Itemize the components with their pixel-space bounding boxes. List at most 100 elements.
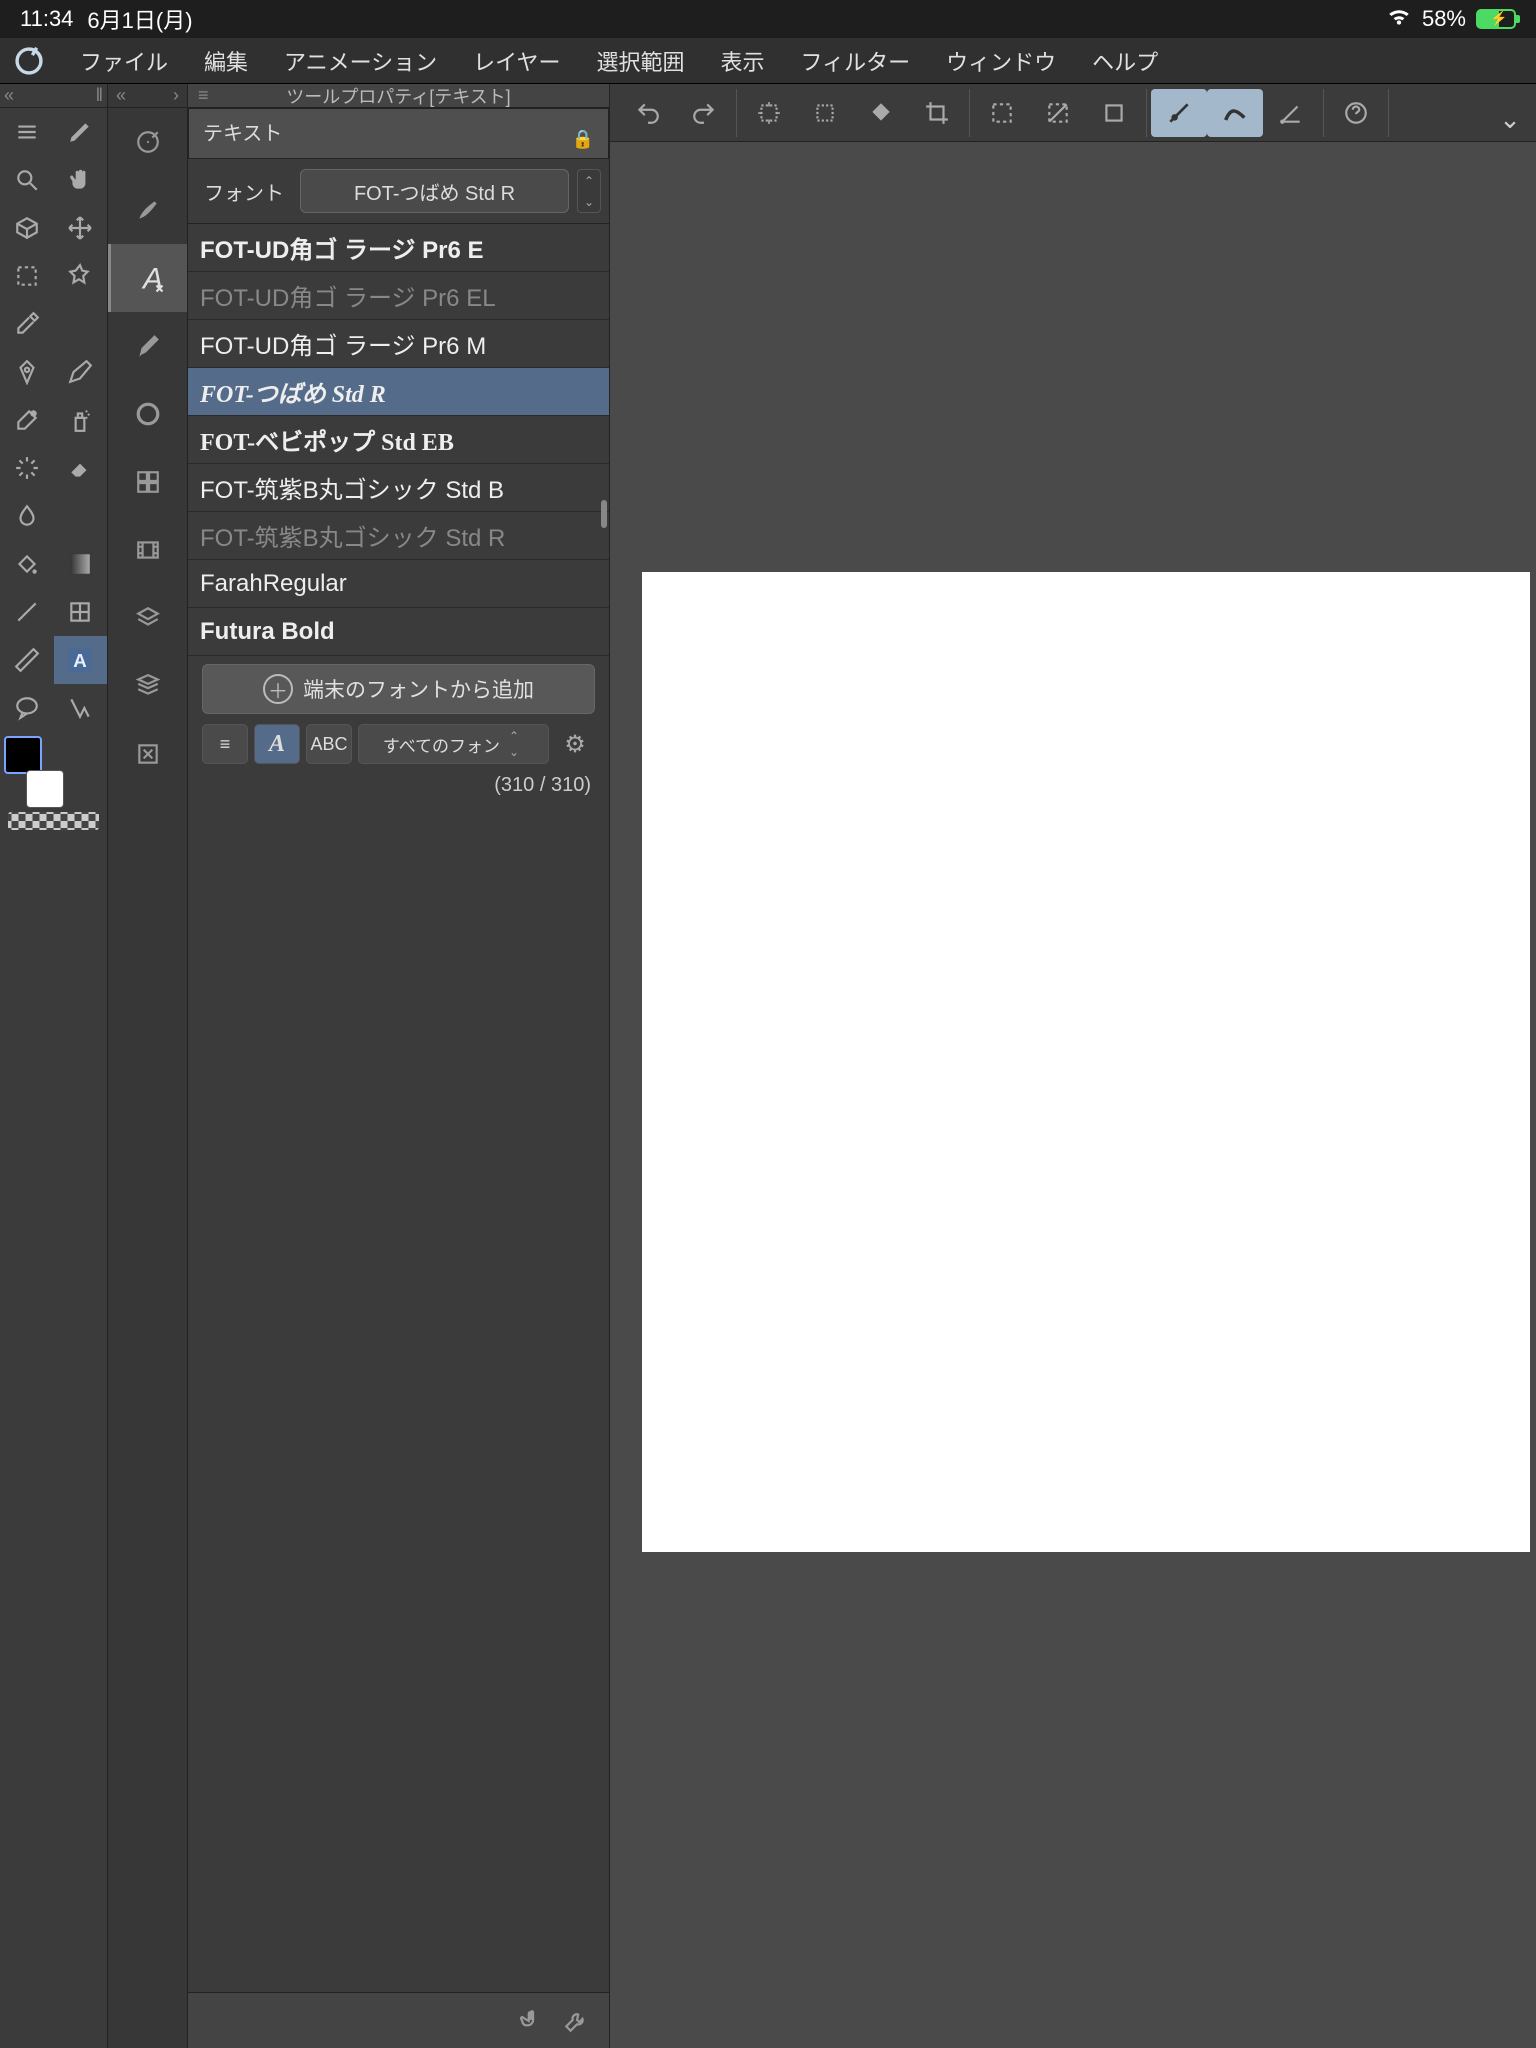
transparency-swatch[interactable]: [8, 812, 99, 830]
gradient-tool-icon[interactable]: [54, 540, 108, 588]
hand-tool-icon[interactable]: [54, 156, 108, 204]
crop-icon[interactable]: [909, 89, 965, 137]
canvas-page[interactable]: [642, 572, 1530, 1552]
filter-settings-icon[interactable]: ⚙: [555, 724, 595, 764]
font-item[interactable]: FOT-筑紫B丸ゴシック Std R: [188, 512, 609, 560]
marquee-tool-icon[interactable]: [0, 252, 54, 300]
redo-icon[interactable]: [676, 89, 732, 137]
font-item[interactable]: FOT-ベビポップ Std EB: [188, 416, 609, 464]
snap-ruler-icon[interactable]: [1030, 89, 1086, 137]
undo-icon[interactable]: [620, 89, 676, 137]
canvas-viewport[interactable]: [610, 142, 1536, 2048]
pen-nib-tool-icon[interactable]: [0, 348, 54, 396]
filter-category-label: すべてのフォン: [383, 732, 500, 757]
snap-guides-icon[interactable]: [1086, 89, 1142, 137]
font-dropdown[interactable]: FOT-つばめ Std R: [300, 169, 569, 213]
property-title[interactable]: ≡ ツールプロパティ[テキスト]: [188, 84, 609, 108]
bucket-icon[interactable]: [853, 89, 909, 137]
app-logo[interactable]: [8, 43, 50, 79]
decoration-tool-icon[interactable]: [0, 444, 54, 492]
menu-edit[interactable]: 編集: [186, 41, 266, 81]
property-title-text: ツールプロパティ[テキスト]: [286, 83, 510, 109]
wifi-icon: [1386, 3, 1412, 35]
font-item-selected[interactable]: FOT-つばめ Std R: [188, 368, 609, 416]
collapse-left-icon[interactable]: «: [4, 85, 14, 106]
footer-hand-icon[interactable]: [515, 2004, 549, 2038]
font-item[interactable]: FOT-筑紫B丸ゴシック Std B: [188, 464, 609, 512]
menu-icon[interactable]: [0, 108, 54, 156]
balloon-tool-icon[interactable]: [0, 684, 54, 732]
move-tool-icon[interactable]: [54, 204, 108, 252]
subtool-circle-icon[interactable]: [108, 380, 187, 448]
snap-on-icon[interactable]: [1151, 89, 1207, 137]
eraser-tool-icon[interactable]: [54, 444, 108, 492]
status-date: 6月1日(月): [87, 3, 192, 35]
line-tool-icon[interactable]: [0, 588, 54, 636]
color-swatches[interactable]: [0, 732, 107, 838]
stabilize-icon[interactable]: [1207, 89, 1263, 137]
chevron-down-icon[interactable]: ⌄: [1490, 90, 1530, 135]
brush-tool-icon[interactable]: [0, 396, 54, 444]
subtool-layers3-icon[interactable]: [108, 652, 187, 720]
font-list[interactable]: FOT-UD角ゴ ラージ Pr6 E FOT-UD角ゴ ラージ Pr6 EL F…: [188, 223, 609, 656]
column-handle-icon[interactable]: ‖: [96, 85, 103, 106]
subtool-marker-icon[interactable]: [108, 312, 187, 380]
menu-window[interactable]: ウィンドウ: [928, 41, 1074, 81]
font-item[interactable]: FOT-UD角ゴ ラージ Pr6 E: [188, 224, 609, 272]
status-time: 11:34: [20, 6, 73, 32]
drag-handle-icon[interactable]: ≡: [198, 85, 209, 106]
subtool-layers2-icon[interactable]: [108, 584, 187, 652]
subtool-delete-icon[interactable]: [108, 720, 187, 788]
filter-category-dropdown[interactable]: すべてのフォン ⌃⌄: [358, 724, 549, 764]
menu-layer[interactable]: レイヤー: [455, 41, 578, 81]
footer-wrench-icon[interactable]: [559, 2004, 593, 2038]
menu-view[interactable]: 表示: [703, 41, 783, 81]
subtool-target-icon[interactable]: [108, 108, 187, 176]
collapse-left2-icon[interactable]: «: [116, 85, 126, 106]
subtool-brush-icon[interactable]: [108, 176, 187, 244]
menu-help[interactable]: ヘルプ: [1074, 41, 1176, 81]
wand-tool-icon[interactable]: [54, 252, 108, 300]
font-item[interactable]: FarahRegular: [188, 560, 609, 608]
subtool-grid-icon[interactable]: [108, 448, 187, 516]
font-stepper[interactable]: ⌃⌄: [577, 169, 601, 213]
font-item[interactable]: FOT-UD角ゴ ラージ Pr6 M: [188, 320, 609, 368]
invert-icon[interactable]: [797, 89, 853, 137]
magnifier-tool-icon[interactable]: [0, 156, 54, 204]
deselect-icon[interactable]: [741, 89, 797, 137]
ruler-tool-icon[interactable]: [0, 636, 54, 684]
font-item[interactable]: FOT-UD角ゴ ラージ Pr6 EL: [188, 272, 609, 320]
subtool-text-icon[interactable]: A: [108, 244, 187, 312]
object-tool-icon[interactable]: [0, 204, 54, 252]
fill-tool-icon[interactable]: [0, 540, 54, 588]
filter-list-icon[interactable]: ≡: [202, 724, 248, 764]
add-device-font-button[interactable]: ＋ 端末のフォントから追加: [202, 664, 595, 714]
font-item[interactable]: Futura Bold: [188, 608, 609, 656]
snap-angle-icon[interactable]: [1263, 89, 1319, 137]
background-color[interactable]: [26, 770, 64, 808]
filter-abc[interactable]: ABC: [306, 724, 352, 764]
menu-animation[interactable]: アニメーション: [266, 41, 455, 81]
blend-tool-icon[interactable]: [0, 492, 54, 540]
expand-right-icon[interactable]: ›: [173, 85, 179, 106]
pencil-tool-icon[interactable]: [54, 348, 108, 396]
spray-tool-icon[interactable]: [54, 396, 108, 444]
eyedropper-tool-icon[interactable]: [0, 300, 54, 348]
menu-file[interactable]: ファイル: [62, 41, 186, 81]
help-icon[interactable]: [1328, 89, 1384, 137]
snap-grid-icon[interactable]: [974, 89, 1030, 137]
frame-tool-icon[interactable]: [54, 588, 108, 636]
menu-filter[interactable]: フィルター: [783, 41, 929, 81]
subtool-film-icon[interactable]: [108, 516, 187, 584]
filter-style-preview[interactable]: A: [254, 724, 300, 764]
correct-tool-icon[interactable]: [54, 684, 108, 732]
tool-col1-header[interactable]: « ‖: [0, 84, 107, 108]
text-tool-icon[interactable]: A: [54, 636, 108, 684]
menu-selection[interactable]: 選択範囲: [579, 41, 703, 81]
foreground-color[interactable]: [4, 736, 42, 774]
scrollbar-thumb[interactable]: [601, 500, 607, 528]
tool-column-primary: « ‖ A: [0, 84, 108, 2048]
tool-col2-header[interactable]: « ›: [108, 84, 187, 108]
lock-icon[interactable]: 🔒: [572, 129, 594, 150]
pen-tool-icon[interactable]: [54, 108, 108, 156]
